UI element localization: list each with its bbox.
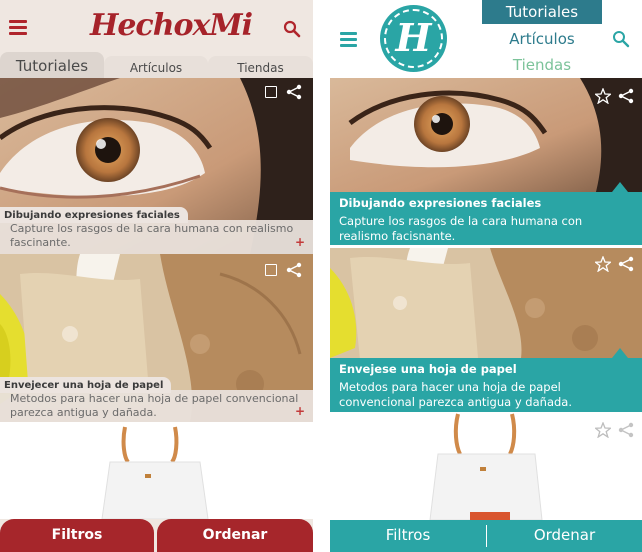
bottom-bar: Filtros Ordenar [330, 520, 642, 552]
filter-button[interactable]: Filtros [0, 519, 154, 552]
app-header: HechoxMi Tutoriales Artículos Tiendas [0, 0, 313, 78]
hechoxmi-screen: HechoxMi Tutoriales Artículos Tiendas Di… [0, 0, 313, 552]
menu-icon[interactable] [9, 20, 27, 35]
share-icon[interactable] [618, 256, 634, 272]
tutorial-card[interactable]: Envejecer una hoja de papel Metodos para… [0, 254, 313, 422]
tutorial-card[interactable]: Envejese una hoja de papel Metodos para … [330, 248, 642, 412]
tutorial-card[interactable]: Dibujando expresiones faciales Capture l… [330, 78, 642, 245]
card-title: Dibujando expresiones faciales [0, 207, 188, 223]
card-description: Metodos para hacer una hoja de papel con… [339, 380, 572, 409]
app-header: H Tutoriales Artículos Tiendas [330, 0, 642, 78]
tab-articulos[interactable]: Artículos [482, 30, 602, 48]
search-icon[interactable] [283, 20, 301, 38]
tab-bar: Tutoriales Artículos Tiendas [0, 52, 313, 78]
share-icon[interactable] [618, 88, 634, 104]
sort-button[interactable]: Ordenar [157, 519, 313, 552]
checkbox-icon[interactable] [265, 86, 277, 98]
tab-tiendas[interactable]: Tiendas [482, 56, 602, 74]
tutorial-card[interactable] [330, 412, 642, 520]
card-title: Envejecer una hoja de papel [0, 377, 172, 393]
expand-icon[interactable]: + [295, 235, 305, 249]
caption-notch [612, 348, 628, 358]
card-description: Metodos para hacer una hoja de papel con… [10, 392, 299, 419]
search-icon[interactable] [612, 30, 630, 48]
share-icon[interactable] [286, 84, 302, 100]
share-icon[interactable] [286, 262, 302, 278]
tab-tutoriales[interactable]: Tutoriales [0, 52, 104, 78]
app-logo: H [380, 5, 447, 72]
card-caption: Envejese una hoja de papel Metodos para … [330, 358, 642, 412]
logo-letter: H [395, 15, 432, 60]
caption-notch [612, 182, 628, 192]
tutorial-card[interactable]: Dibujando expresiones faciales Capture l… [0, 78, 313, 254]
expand-icon[interactable]: + [295, 404, 305, 418]
card-description: Capture los rasgos de la cara humana con… [339, 214, 583, 243]
card-title: Dibujando expresiones faciales [339, 196, 542, 210]
star-icon[interactable] [595, 422, 611, 438]
card-description: Capture los rasgos de la cara humana con… [10, 222, 294, 249]
app-logo: HechoxMi [90, 8, 253, 43]
tab-tutoriales[interactable]: Tutoriales [482, 0, 602, 24]
star-icon[interactable] [595, 88, 611, 104]
tab-articulos[interactable]: Artículos [104, 56, 208, 78]
card-image-bag [0, 422, 313, 519]
card-title: Envejese una hoja de papel [339, 362, 517, 376]
tab-tiendas[interactable]: Tiendas [208, 56, 313, 78]
h-app-screen: H Tutoriales Artículos Tiendas Dibujando… [330, 0, 642, 552]
star-icon[interactable] [595, 256, 611, 272]
share-icon[interactable] [618, 422, 634, 438]
tutorial-card[interactable] [0, 422, 313, 519]
checkbox-icon[interactable] [265, 264, 277, 276]
sort-button[interactable]: Ordenar [487, 520, 642, 552]
card-caption: Dibujando expresiones faciales Capture l… [330, 192, 642, 245]
menu-icon[interactable] [340, 32, 357, 47]
filter-button[interactable]: Filtros [330, 520, 486, 552]
bottom-bar: Filtros Ordenar [0, 519, 313, 552]
